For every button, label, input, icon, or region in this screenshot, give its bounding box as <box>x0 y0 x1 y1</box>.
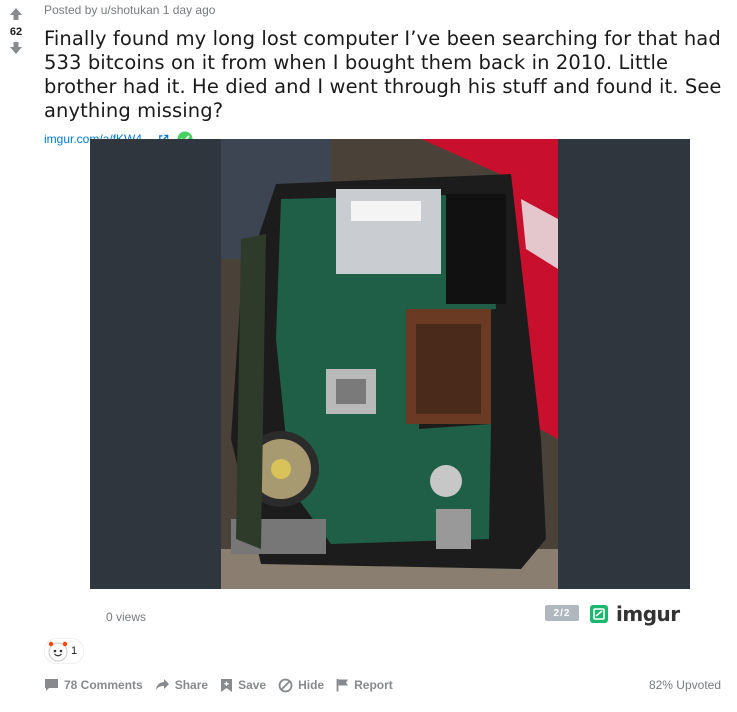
award-row: 1 <box>44 636 85 666</box>
hide-icon <box>278 678 293 692</box>
share-button[interactable]: Share <box>155 678 208 692</box>
post-content: Posted by u/shotukan 1 day ago Finally f… <box>44 0 727 149</box>
imgur-icon <box>590 605 608 623</box>
share-icon <box>155 679 169 690</box>
post-title[interactable]: Finally found my long lost computer I’ve… <box>44 27 724 123</box>
report-button[interactable]: Report <box>336 678 393 692</box>
comments-button[interactable]: 78 Comments <box>44 678 143 692</box>
page-indicator[interactable]: 2/2 <box>545 605 579 621</box>
bookmark-icon <box>221 678 233 692</box>
media-footer: 0 views 2/2 imgur <box>90 600 690 628</box>
hide-button[interactable]: Hide <box>278 678 324 693</box>
wholesome-award-icon <box>48 641 68 662</box>
laptop-photo[interactable] <box>221 139 558 589</box>
post-meta[interactable]: Posted by u/shotukan 1 day ago <box>44 3 727 19</box>
view-count: 0 views <box>106 610 147 624</box>
share-label: Share <box>174 678 209 692</box>
imgur-wordmark: imgur <box>616 602 680 626</box>
vote-count: 62 <box>9 26 23 38</box>
imgur-logo[interactable]: imgur <box>590 602 680 626</box>
save-label: Save <box>238 678 267 692</box>
hide-label: Hide <box>298 678 325 692</box>
action-bar: 78 Comments Share Save Hide Report 82% U… <box>44 673 721 697</box>
media-frame[interactable] <box>90 139 690 589</box>
arrow-up-icon[interactable] <box>8 6 24 22</box>
arrow-down-icon[interactable] <box>8 40 24 56</box>
comments-label: 78 Comments <box>64 678 143 692</box>
save-button[interactable]: Save <box>220 678 266 693</box>
award-pill[interactable]: 1 <box>44 638 85 664</box>
flag-icon <box>336 679 349 692</box>
upvote-ratio: 82% Upvoted <box>648 678 721 692</box>
report-label: Report <box>354 678 393 692</box>
comment-icon <box>45 679 58 691</box>
vote-column: 62 <box>0 0 32 56</box>
award-count: 1 <box>71 645 78 657</box>
